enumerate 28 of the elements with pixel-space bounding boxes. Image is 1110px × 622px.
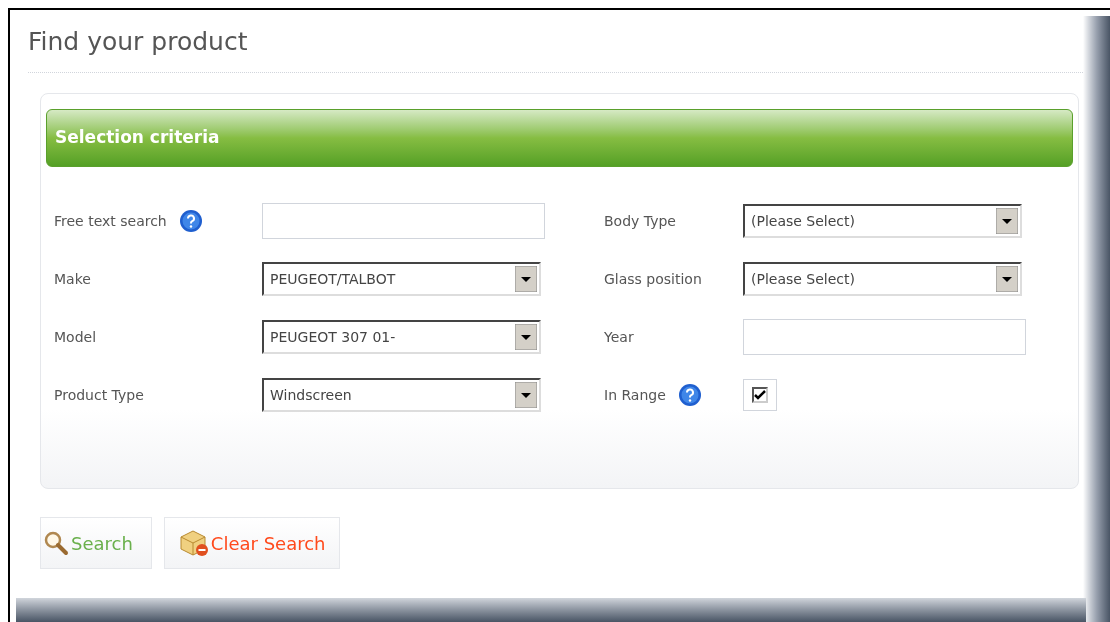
field-label: In Range [604,385,666,405]
checkmark-icon [754,389,766,401]
field-label: Year [604,327,634,347]
field-label: Make [54,269,91,289]
caret-icon [515,266,537,292]
help-icon[interactable] [677,383,702,407]
field-label: Free text search [54,211,167,231]
dropdown[interactable]: PEUGEOT/TALBOT [262,262,541,296]
help-icon[interactable] [178,209,203,233]
caret-icon [996,208,1018,234]
panel-heading: Selection criteria [55,126,220,150]
magnifier-icon [43,530,69,556]
caret-icon [996,266,1018,292]
dropdown[interactable]: (Please Select) [743,262,1022,296]
caret-icon [515,324,537,350]
page-title: Find your product [28,26,248,58]
field-label: Glass position [604,269,702,289]
text-field[interactable] [743,319,1026,355]
box-icon [178,529,209,557]
caret-icon [515,382,537,408]
dropdown[interactable]: (Please Select) [743,204,1022,238]
field-label: Model [54,327,97,347]
field-label: Product Type [54,385,144,405]
dropdown[interactable]: PEUGEOT 307 01- [262,320,541,354]
dropdown[interactable]: Windscreen [262,378,541,412]
text-field[interactable] [262,203,545,239]
field-label: Body Type [604,211,676,231]
checkbox[interactable] [743,379,777,411]
